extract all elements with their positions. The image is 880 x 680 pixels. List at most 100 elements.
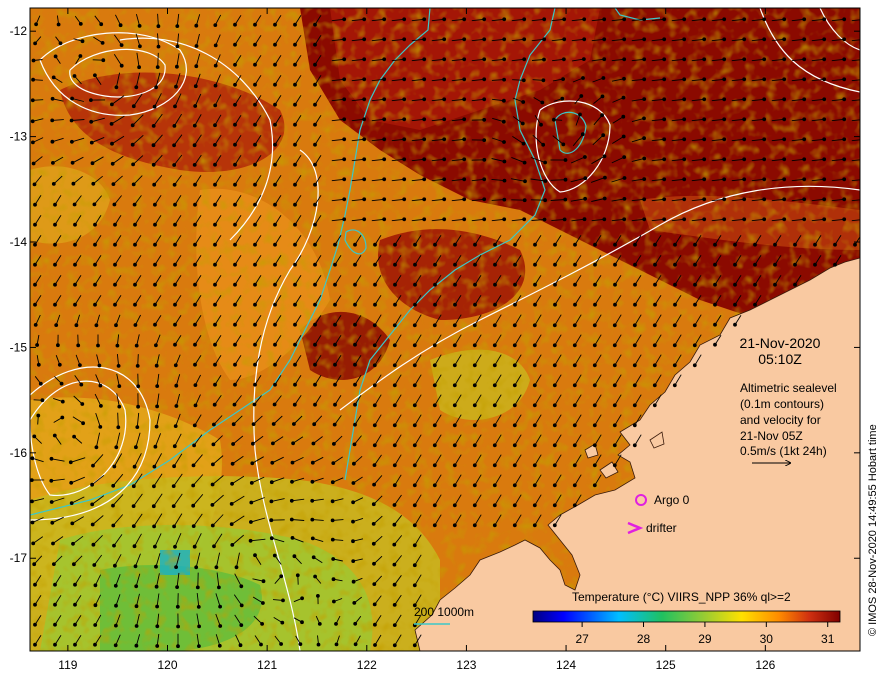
velocity-vector-head [353,362,357,367]
velocity-vector-head [293,162,297,167]
bathymetry-legend-label: 200 1000m [414,605,474,619]
velocity-vector-head [412,323,417,328]
velocity-vector-head [392,383,397,388]
velocity-vector-head [653,282,657,287]
velocity-vector-head [552,117,556,122]
velocity-vector-head [213,342,217,347]
velocity-vector-head [133,222,137,227]
velocity-vector-head [191,524,196,528]
velocity-vector-head [233,242,237,247]
velocity-vector-head [293,182,297,187]
velocity-vector-head [553,262,557,267]
velocity-vector-head [412,563,417,568]
velocity-vector-head [72,434,76,439]
velocity-vector-head [863,98,866,101]
velocity-vector-head [373,262,377,267]
velocity-vector-head [293,102,297,107]
velocity-vector-head [662,57,667,62]
velocity-vector-head [762,117,767,122]
velocity-vector-head [632,363,637,368]
velocity-vector-head [372,363,377,368]
velocity-vector-head [422,57,427,62]
velocity-vector-head [622,217,627,222]
velocity-vector-head [293,382,297,387]
velocity-vector-head [253,182,257,187]
velocity-vector-head [93,262,97,267]
velocity-vector-head [334,642,339,647]
velocity-vector-head [552,363,557,368]
velocity-vector-head [80,402,85,406]
velocity-vector-head [154,363,159,368]
velocity-vector-head [353,402,357,407]
velocity-vector-head [253,42,257,47]
velocity-vector-head [593,262,597,267]
velocity-vector-head [213,63,218,68]
velocity-vector-head [273,262,277,267]
velocity-vector-head [33,262,37,267]
velocity-vector-head [293,242,297,247]
velocity-vector-head [762,177,767,182]
velocity-vector-head [572,363,577,368]
velocity-vector-head [193,383,198,388]
velocity-vector-head [173,282,177,287]
velocity-vector-head [230,461,235,466]
velocity-vector-head [583,176,588,181]
velocity-vector-head [313,242,317,247]
velocity-vector-head [662,37,667,42]
velocity-vector-head [333,362,337,367]
velocity-vector-head [194,565,199,570]
velocity-vector-head [300,596,305,601]
velocity-vector-head [473,242,477,247]
velocity-vector-head [253,122,257,127]
velocity-vector-head [36,362,41,367]
velocity-vector-head [49,456,54,461]
velocity-vector-head [513,262,517,267]
velocity-vector-head [136,384,141,389]
velocity-vector-head [672,363,677,368]
velocity-vector-head [261,601,265,605]
velocity-vector-head [522,217,527,222]
velocity-vector-head [433,282,437,287]
velocity-vector-head [113,242,117,247]
velocity-vector-head [773,282,777,287]
velocity-vector-head [432,523,437,528]
velocity-vector-head [522,198,527,203]
velocity-vector-head [233,162,237,167]
velocity-vector-head [210,523,215,528]
velocity-vector-head [600,113,604,118]
velocity-vector-head [412,503,417,508]
velocity-vector-head [622,197,627,201]
velocity-vector-head [173,363,178,368]
velocity-vector-head [35,343,39,347]
velocity-vector-head [252,402,257,407]
velocity-vector-head [402,217,407,222]
velocity-vector-head [290,479,294,484]
velocity-vector-head [642,97,647,101]
velocity-vector-head [520,121,525,126]
velocity-vector-head [99,22,104,27]
velocity-vector-head [214,565,219,570]
velocity-vector-head [298,642,303,646]
velocity-vector-head [822,17,827,22]
velocity-vector-head [194,64,199,69]
velocity-vector-head [117,384,122,389]
velocity-vector-head [151,504,156,509]
velocity-vector-head [532,383,537,388]
velocity-vector-head [822,37,827,42]
velocity-vector-head [330,518,335,523]
velocity-vector-head [313,262,317,267]
velocity-vector-head [782,197,787,202]
velocity-vector-head [782,117,787,122]
velocity-vector-head [412,443,417,448]
velocity-vector-head [773,262,777,267]
velocity-vector-head [482,117,487,122]
velocity-vector-head [114,603,118,608]
velocity-vector-head [33,41,37,46]
velocity-vector-head [193,403,198,408]
velocity-vector-head [253,242,257,247]
velocity-vector-head [151,124,156,128]
velocity-vector-head [532,503,537,508]
velocity-vector-head [351,519,355,524]
velocity-vector-head [513,242,517,247]
velocity-vector-head [69,480,74,485]
